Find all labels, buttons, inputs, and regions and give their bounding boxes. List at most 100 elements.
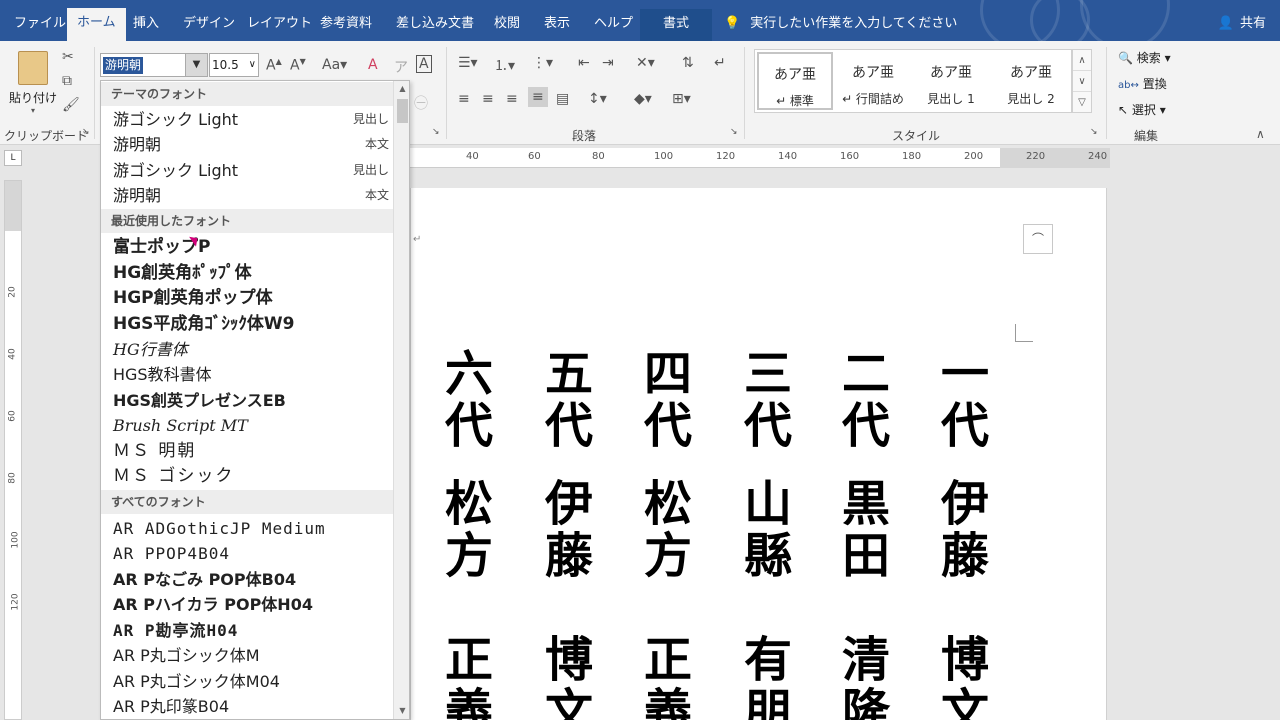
lightbulb-icon: 💡 <box>724 16 741 31</box>
style-heading-1[interactable]: あア亜 見出し 1 <box>913 52 989 110</box>
recent-fonts-header: 最近使用したフォント <box>101 209 393 233</box>
launcher-icon[interactable]: ↘ <box>82 127 90 137</box>
phonetic-guide-icon[interactable]: ア <box>394 57 408 77</box>
font-option[interactable]: HG行書体 <box>113 337 391 362</box>
align-right-icon[interactable]: ≡ <box>506 91 518 107</box>
font-option[interactable]: Brush Script MT <box>113 413 391 438</box>
bullets-icon[interactable]: ☰▾ <box>458 55 478 71</box>
font-option[interactable]: 游ゴシック Light 見出し <box>113 107 391 132</box>
font-option[interactable]: AR P丸印篆B04 <box>113 694 391 719</box>
tab-design[interactable]: デザイン <box>173 9 245 41</box>
horizontal-ruler[interactable]: 40 60 80 100 120 140 160 180 200 220 240 <box>410 148 1110 168</box>
find-button[interactable]: 🔍 検索 ▾ <box>1118 49 1171 66</box>
font-option[interactable]: AR ADGothicJP Medium <box>113 516 391 541</box>
style-heading-2[interactable]: あア亜 見出し 2 <box>993 52 1069 110</box>
font-option[interactable]: HGS平成角ｺﾞｼｯｸ体W9 <box>113 312 391 337</box>
layout-options-icon[interactable]: ⌒ <box>1023 224 1053 254</box>
font-option[interactable]: ＭＳ 明朝 <box>113 439 391 464</box>
font-option[interactable]: AR Pハイカラ POP体H04 <box>113 592 391 617</box>
tab-insert[interactable]: 挿入 <box>123 9 169 41</box>
tell-me-box[interactable]: 💡 実行したい作業を入力してください <box>724 9 957 39</box>
grow-font-icon[interactable]: A▲ <box>266 57 282 74</box>
chevron-down-icon[interactable]: ▼ <box>185 54 207 76</box>
replace-button[interactable]: ab↔ 置換 <box>1118 75 1167 92</box>
enclose-character-icon[interactable]: ㊀ <box>414 93 428 113</box>
font-option[interactable]: AR P丸ゴシック体M <box>113 643 391 668</box>
tab-view[interactable]: 表示 <box>534 9 580 41</box>
align-center-icon[interactable]: ≡ <box>482 91 494 107</box>
styles-gallery: あア亜 ↵ 標準 あア亜 ↵ 行間詰め あア亜 見出し 1 あア亜 見出し 2 <box>754 49 1072 113</box>
launcher-icon[interactable]: ↘ <box>432 127 440 137</box>
select-button[interactable]: ↖ 選択 ▾ <box>1118 101 1166 118</box>
styles-gallery-scroll: ∧ ∨ ▽ <box>1072 49 1092 113</box>
increase-indent-icon[interactable]: ⇥ <box>602 55 614 71</box>
font-option[interactable]: HGS教科書体 <box>113 362 391 387</box>
shading-icon[interactable]: ◆▾ <box>634 91 652 107</box>
document-page[interactable]: ↵ ⌒ 六代 松方 正義 五代 伊藤 博文 四代 松方 正義 三代 山縣 有朋 … <box>410 188 1107 720</box>
decrease-indent-icon[interactable]: ⇤ <box>578 55 590 71</box>
font-option[interactable]: HGP創英角ポップ体 <box>113 286 391 311</box>
font-option[interactable]: AR P勘亭流H04 <box>113 618 391 643</box>
font-option[interactable]: AR Pなごみ POP体B04 <box>113 567 391 592</box>
tab-mailings[interactable]: 差し込み文書 <box>386 9 484 41</box>
paste-button[interactable]: 貼り付け ▾ <box>8 47 58 117</box>
font-size-combobox[interactable]: 10.5 ∨ <box>209 53 259 77</box>
share-button[interactable]: 👤 共有 <box>1218 9 1266 39</box>
chevron-down-icon[interactable]: ∨ <box>249 54 256 76</box>
font-option[interactable]: ＭＳ ゴシック <box>113 464 391 489</box>
align-left-icon[interactable]: ≡ <box>458 91 470 107</box>
chevron-up-icon[interactable]: ∧ <box>1073 50 1091 71</box>
tab-file[interactable]: ファイル <box>4 9 76 41</box>
more-icon[interactable]: ▽ <box>1073 92 1091 113</box>
paragraph-group-label: 段落 <box>572 129 597 143</box>
font-option[interactable]: HG創英角ﾎﾟｯﾌﾟ体 <box>113 261 391 286</box>
magnifier-icon: 🔍 <box>1118 51 1133 65</box>
copy-icon[interactable]: ⧉ <box>62 73 72 89</box>
tab-review[interactable]: 校閲 <box>484 9 530 41</box>
font-dropdown-list: テーマのフォント 游ゴシック Light 見出し 游明朝 本文 游ゴシック Ligh… <box>100 80 410 720</box>
style-no-spacing[interactable]: あア亜 ↵ 行間詰め <box>835 52 911 110</box>
cut-icon[interactable]: ✂ <box>62 49 74 65</box>
clipboard-group-label: クリップボード <box>4 129 89 143</box>
character-border-icon[interactable]: A <box>416 55 432 73</box>
numbering-icon[interactable]: ⒈▾ <box>494 55 515 75</box>
vertical-ruler[interactable]: 20 40 60 80 100 120 <box>4 180 22 720</box>
person-icon: 👤 <box>1217 16 1234 31</box>
font-option[interactable]: 游明朝 本文 <box>113 132 391 157</box>
tab-help[interactable]: ヘルプ <box>584 9 643 41</box>
font-option[interactable]: 游ゴシック Light 見出し <box>113 158 391 183</box>
launcher-icon[interactable]: ↘ <box>1090 127 1098 137</box>
show-marks-icon[interactable]: ↵ <box>714 55 726 71</box>
font-option[interactable]: 富士ポップP <box>113 235 391 260</box>
launcher-icon[interactable]: ↘ <box>730 127 738 137</box>
borders-icon[interactable]: ⊞▾ <box>672 91 691 107</box>
format-painter-icon[interactable]: 🖌 <box>62 97 80 113</box>
tab-home[interactable]: ホーム <box>67 8 126 41</box>
font-option[interactable]: 游明朝 本文 <box>113 183 391 208</box>
line-spacing-icon[interactable]: ↕▾ <box>588 91 607 107</box>
font-option[interactable]: AR P丸ゴシック体M04 <box>113 669 391 694</box>
asian-layout-icon[interactable]: ✕▾ <box>636 55 655 71</box>
scroll-thumb[interactable] <box>397 99 408 123</box>
collapse-ribbon-icon[interactable]: ∧ <box>1256 127 1265 141</box>
change-case-icon[interactable]: Aa▾ <box>322 57 347 73</box>
chevron-down-icon[interactable]: ∨ <box>1073 71 1091 92</box>
font-list-scrollbar[interactable]: ▲ ▼ <box>393 81 409 719</box>
sort-icon[interactable]: ⇅ <box>682 55 694 71</box>
justify-icon[interactable]: ≡ <box>528 87 548 107</box>
font-option[interactable]: HGS創英プレゼンスEB <box>113 388 391 413</box>
distributed-icon[interactable]: ▤ <box>556 91 569 107</box>
tab-references[interactable]: 参考資料 <box>310 9 382 41</box>
scroll-down-icon[interactable]: ▼ <box>394 703 409 719</box>
font-option[interactable]: AR PPOP4B04 <box>113 541 391 566</box>
tab-selector[interactable]: L <box>4 150 22 166</box>
style-normal[interactable]: あア亜 ↵ 標準 <box>757 52 833 110</box>
clear-format-icon[interactable]: A <box>368 57 378 73</box>
theme-fonts-header: テーマのフォント <box>101 82 393 106</box>
multilevel-list-icon[interactable]: ⋮▾ <box>532 55 553 71</box>
shrink-font-icon[interactable]: A▼ <box>290 57 306 74</box>
tab-format[interactable]: 書式 <box>640 9 712 41</box>
font-name-combobox[interactable]: 游明朝 ▼ <box>100 53 208 77</box>
header-decoration <box>960 0 1180 41</box>
scroll-up-icon[interactable]: ▲ <box>394 81 409 97</box>
